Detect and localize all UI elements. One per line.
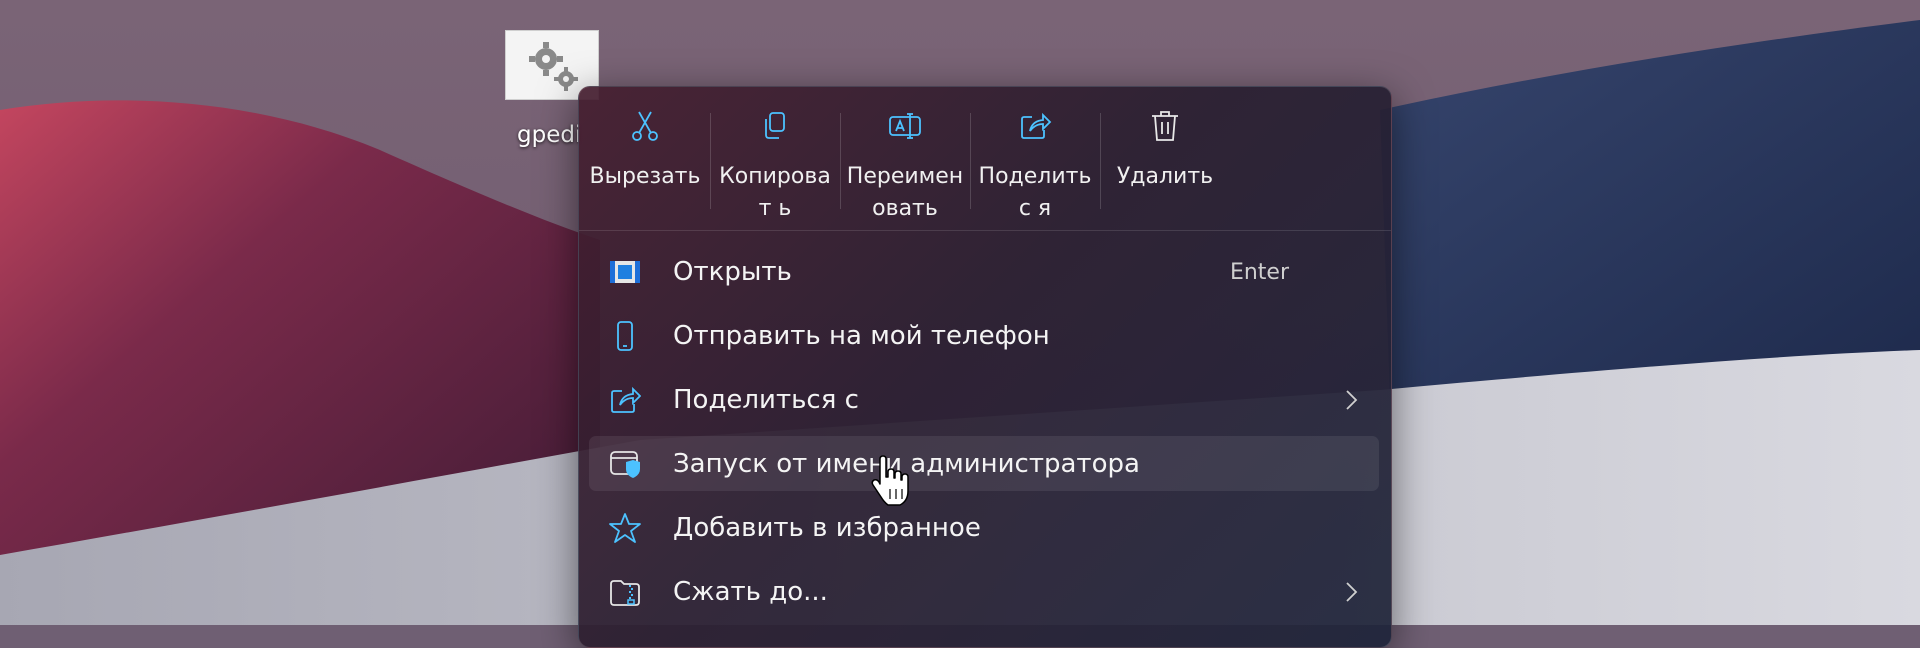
menu-item-add-favorites[interactable]: Добавить в избранное bbox=[589, 500, 1379, 555]
zip-folder-icon bbox=[610, 580, 640, 606]
phone-icon bbox=[617, 321, 633, 351]
context-menu-toolbar: Вырезать Копироват ь Переимен овать Поде… bbox=[579, 87, 1391, 231]
file-name: gpedi bbox=[517, 122, 582, 148]
open-app-icon bbox=[610, 261, 640, 283]
scissors-icon bbox=[632, 111, 658, 141]
context-menu: Вырезать Копироват ь Переимен овать Поде… bbox=[578, 86, 1392, 648]
cut-button[interactable]: Вырезать bbox=[581, 87, 709, 230]
chevron-right-icon bbox=[1346, 390, 1358, 410]
menu-item-run-as-admin[interactable]: Запуск от имени администратора bbox=[589, 436, 1379, 491]
shortcut-label: Enter bbox=[1229, 260, 1289, 285]
delete-button[interactable]: Удалить bbox=[1101, 87, 1229, 230]
menu-item-compress[interactable]: Сжать до... bbox=[589, 564, 1379, 619]
menu-item-send-to-phone[interactable]: Отправить на мой телефон bbox=[589, 308, 1379, 363]
menu-item-open[interactable]: Открыть Enter bbox=[589, 244, 1379, 299]
star-icon bbox=[609, 513, 641, 543]
copy-button[interactable]: Копироват ь bbox=[711, 87, 839, 230]
menu-item-share-with[interactable]: Поделиться с bbox=[589, 372, 1379, 427]
menu-item-label: Открыть bbox=[673, 257, 792, 287]
chevron-right-icon bbox=[1346, 582, 1358, 602]
trash-icon bbox=[1152, 111, 1178, 141]
share-button[interactable]: Поделитьс я bbox=[971, 87, 1099, 230]
copy-icon bbox=[765, 112, 785, 139]
menu-item-label: Добавить в избранное bbox=[673, 513, 981, 543]
menu-item-label: Отправить на мой телефон bbox=[673, 321, 1050, 351]
hand-cursor-icon bbox=[871, 455, 909, 506]
rename-icon bbox=[889, 113, 921, 139]
rename-button[interactable]: Переимен овать bbox=[841, 87, 969, 230]
menu-item-label: Сжать до... bbox=[673, 577, 828, 607]
share-icon bbox=[611, 386, 641, 413]
share-icon bbox=[1021, 112, 1052, 139]
shield-window-icon bbox=[610, 451, 640, 478]
menu-item-label: Поделиться с bbox=[673, 385, 859, 415]
